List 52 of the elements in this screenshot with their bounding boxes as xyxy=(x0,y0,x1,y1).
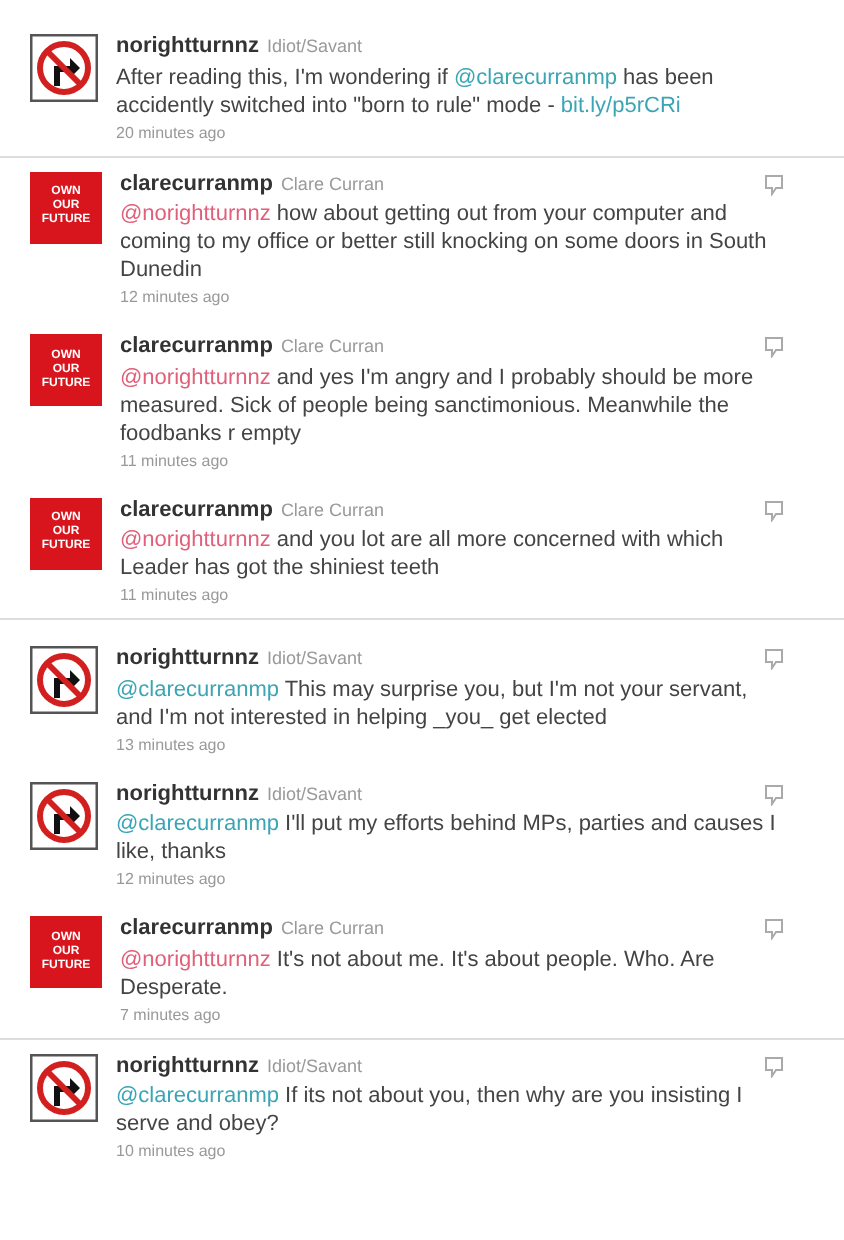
full-name: Idiot/Savant xyxy=(266,34,363,60)
no-right-turn-icon xyxy=(30,34,98,102)
no-right-turn-icon xyxy=(30,1053,98,1121)
timestamp: 13 minutes ago xyxy=(116,733,228,757)
reply-icon[interactable] xyxy=(764,918,784,940)
tweet-text: @norightturnnz how about getting out from your computer and coming to my office or better still knocking on some doors in South Dunedin xyxy=(120,200,769,284)
reply-icon[interactable] xyxy=(764,783,784,805)
username-link[interactable]: clarecurranmp xyxy=(120,167,273,200)
timestamp: 12 minutes ago xyxy=(120,286,232,310)
tweet-text: @norightturnnz It's not about me. It's about people. Who. Are Desperate. xyxy=(120,945,717,1001)
mention-link[interactable]: @norightturnnz xyxy=(120,202,271,226)
username-link[interactable]: clarecurranmp xyxy=(120,330,273,363)
tweet-text: @clarecurranmp This may surprise you, but I'm not your servant, and I'm not interested in helping _you_ get elected xyxy=(116,675,750,731)
mention-link[interactable]: @clarecurranmp xyxy=(454,65,617,89)
reply-icon[interactable] xyxy=(764,336,784,358)
timestamp: 11 minutes ago xyxy=(120,584,231,608)
tweet-text: @norightturnnz and you lot are all more concerned with which Leader has got the shiniest teeth xyxy=(120,526,726,582)
timestamp: 7 minutes ago xyxy=(120,1003,223,1027)
tweet-text: @clarecurranmp If its not about you, then why are you insisting I serve and obey? xyxy=(116,1082,745,1138)
url-link[interactable]: bit.ly/p5rCRi xyxy=(560,93,681,117)
full-name: Clare Curran xyxy=(280,916,384,942)
username-link[interactable]: norightturnnz xyxy=(116,642,259,675)
full-name: Idiot/Savant xyxy=(266,1053,363,1079)
reply-icon[interactable] xyxy=(764,173,784,195)
full-name: Clare Curran xyxy=(280,497,384,523)
full-name: Clare Curran xyxy=(280,334,384,360)
full-name: Idiot/Savant xyxy=(266,781,363,807)
mention-link[interactable]: @clarecurranmp xyxy=(116,812,279,836)
mention-link[interactable]: @norightturnnz xyxy=(120,365,271,389)
full-name: Idiot/Savant xyxy=(266,646,363,672)
tweet-text: @clarecurranmp I'll put my efforts behind MPs, parties and causes I like, thanks xyxy=(116,810,778,866)
full-name: Clare Curran xyxy=(280,171,384,197)
mention-link[interactable]: @norightturnnz xyxy=(120,528,271,552)
username-link[interactable]: clarecurranmp xyxy=(120,912,273,945)
timestamp: 20 minutes ago xyxy=(116,121,228,145)
username-link[interactable]: norightturnnz xyxy=(116,30,259,63)
no-right-turn-icon xyxy=(30,646,98,714)
reply-icon[interactable] xyxy=(764,648,784,670)
username-link[interactable]: norightturnnz xyxy=(116,1049,259,1082)
timestamp: 10 minutes ago xyxy=(116,1140,228,1164)
timestamp: 11 minutes ago xyxy=(120,449,231,473)
no-right-turn-icon xyxy=(30,781,98,849)
username-link[interactable]: clarecurranmp xyxy=(120,493,273,526)
timestamp: 12 minutes ago xyxy=(116,868,228,892)
mention-link[interactable]: @norightturnnz xyxy=(120,947,271,971)
mention-link[interactable]: @clarecurranmp xyxy=(116,1084,279,1108)
reply-icon[interactable] xyxy=(764,499,784,521)
tweet-text: @norightturnnz and yes I'm angry and I probably should be more measured. Sick of people being sanctimonious. Meanwhile the foodbanks r empty xyxy=(120,363,756,447)
tweet-text: After reading this, I'm wondering if @clarecurranmp has been accidently switched into "born to rule" mode - bit.ly/p5rCRi xyxy=(116,63,716,119)
username-link[interactable]: norightturnnz xyxy=(116,777,259,810)
mention-link[interactable]: @clarecurranmp xyxy=(116,677,279,701)
reply-icon[interactable] xyxy=(764,1055,784,1077)
